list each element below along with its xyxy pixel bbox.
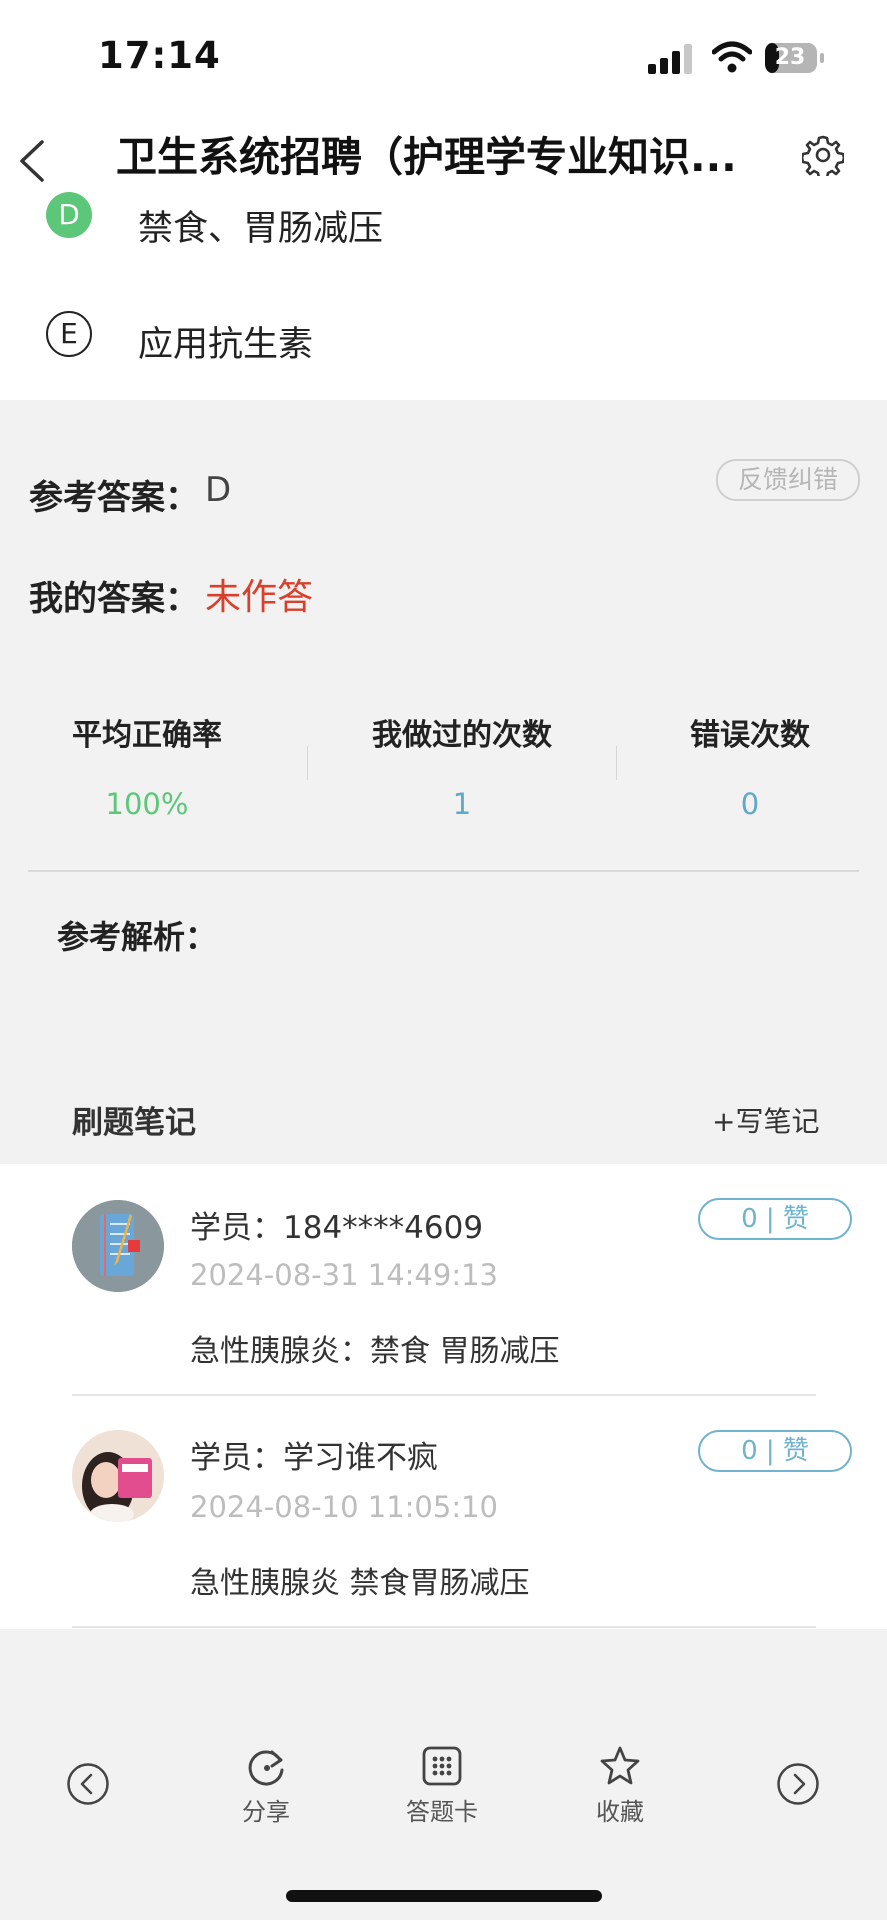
note-divider [72, 1626, 816, 1628]
answer-card-grid-icon [422, 1746, 462, 1786]
note-user: 学员：184****4609 [190, 1210, 484, 1246]
note-divider [72, 1394, 816, 1396]
avatar[interactable] [72, 1200, 164, 1292]
note-text: 急性胰腺炎：禁食 胃肠减压 [190, 1334, 560, 1369]
answer-card-label: 答题卡 [406, 1798, 478, 1826]
stat-error-count-label: 错误次数 [690, 718, 810, 753]
like-button[interactable]: 0 | 赞 [698, 1430, 852, 1472]
share-label: 分享 [242, 1798, 290, 1826]
answer-card-button[interactable]: 答题卡 [382, 1742, 502, 1826]
favorite-button[interactable]: 收藏 [560, 1742, 680, 1826]
stat-avg-accuracy-value: 100% [105, 787, 189, 821]
avatar[interactable] [72, 1430, 164, 1522]
notes-list: 学员：184****4609 2024-08-31 14:49:13 急性胰腺炎… [0, 1164, 887, 1629]
settings-gear-icon[interactable] [802, 134, 844, 176]
stat-divider [307, 746, 308, 780]
cellular-signal-icon [648, 44, 692, 74]
reference-answer-value: D [205, 470, 232, 510]
star-icon [600, 1746, 640, 1785]
share-button[interactable]: 分享 [206, 1742, 326, 1826]
stat-times-done-value: 1 [452, 787, 472, 821]
write-note-button[interactable]: +写笔记 [712, 1100, 819, 1140]
share-refresh-icon [248, 1750, 284, 1786]
analysis-label: 参考解析： [57, 918, 218, 956]
section-divider [28, 870, 859, 872]
note-text: 急性胰腺炎 禁食胃肠减压 [190, 1566, 530, 1601]
stat-divider [616, 746, 617, 780]
back-arrow-icon[interactable] [16, 138, 46, 184]
note-time: 2024-08-31 14:49:13 [190, 1258, 498, 1292]
option-d[interactable]: D 禁食、胃肠减压 [0, 192, 887, 262]
my-answer-label: 我的答案： [29, 579, 199, 619]
option-d-badge: D [46, 192, 92, 238]
note-user: 学员：学习谁不疯 [190, 1440, 438, 1476]
reference-answer-label: 参考答案： [29, 478, 199, 518]
status-time: 17:14 [98, 34, 221, 77]
notes-section-title: 刷题笔记 [72, 1105, 196, 1141]
option-e-text: 应用抗生素 [138, 325, 314, 365]
like-button[interactable]: 0 | 赞 [698, 1198, 852, 1240]
option-e[interactable]: E 应用抗生素 [0, 262, 887, 400]
note-time: 2024-08-10 11:05:10 [190, 1490, 498, 1524]
previous-question-icon[interactable] [66, 1762, 110, 1806]
stat-avg-accuracy-label: 平均正确率 [72, 718, 222, 753]
stat-times-done-label: 我做过的次数 [372, 718, 552, 753]
feedback-button[interactable]: 反馈纠错 [716, 459, 860, 501]
next-question-icon[interactable] [776, 1762, 820, 1806]
stat-error-count-value: 0 [740, 787, 760, 821]
option-e-badge: E [46, 311, 92, 357]
option-d-text: 禁食、胃肠减压 [138, 209, 384, 249]
home-indicator[interactable] [286, 1890, 602, 1902]
page-title: 卫生系统招聘（护理学专业知识... [116, 133, 737, 181]
favorite-label: 收藏 [596, 1798, 644, 1826]
battery-icon: 23 [764, 42, 826, 74]
my-answer-value: 未作答 [205, 577, 314, 618]
battery-level: 23 [774, 45, 806, 70]
wifi-icon [712, 41, 752, 73]
